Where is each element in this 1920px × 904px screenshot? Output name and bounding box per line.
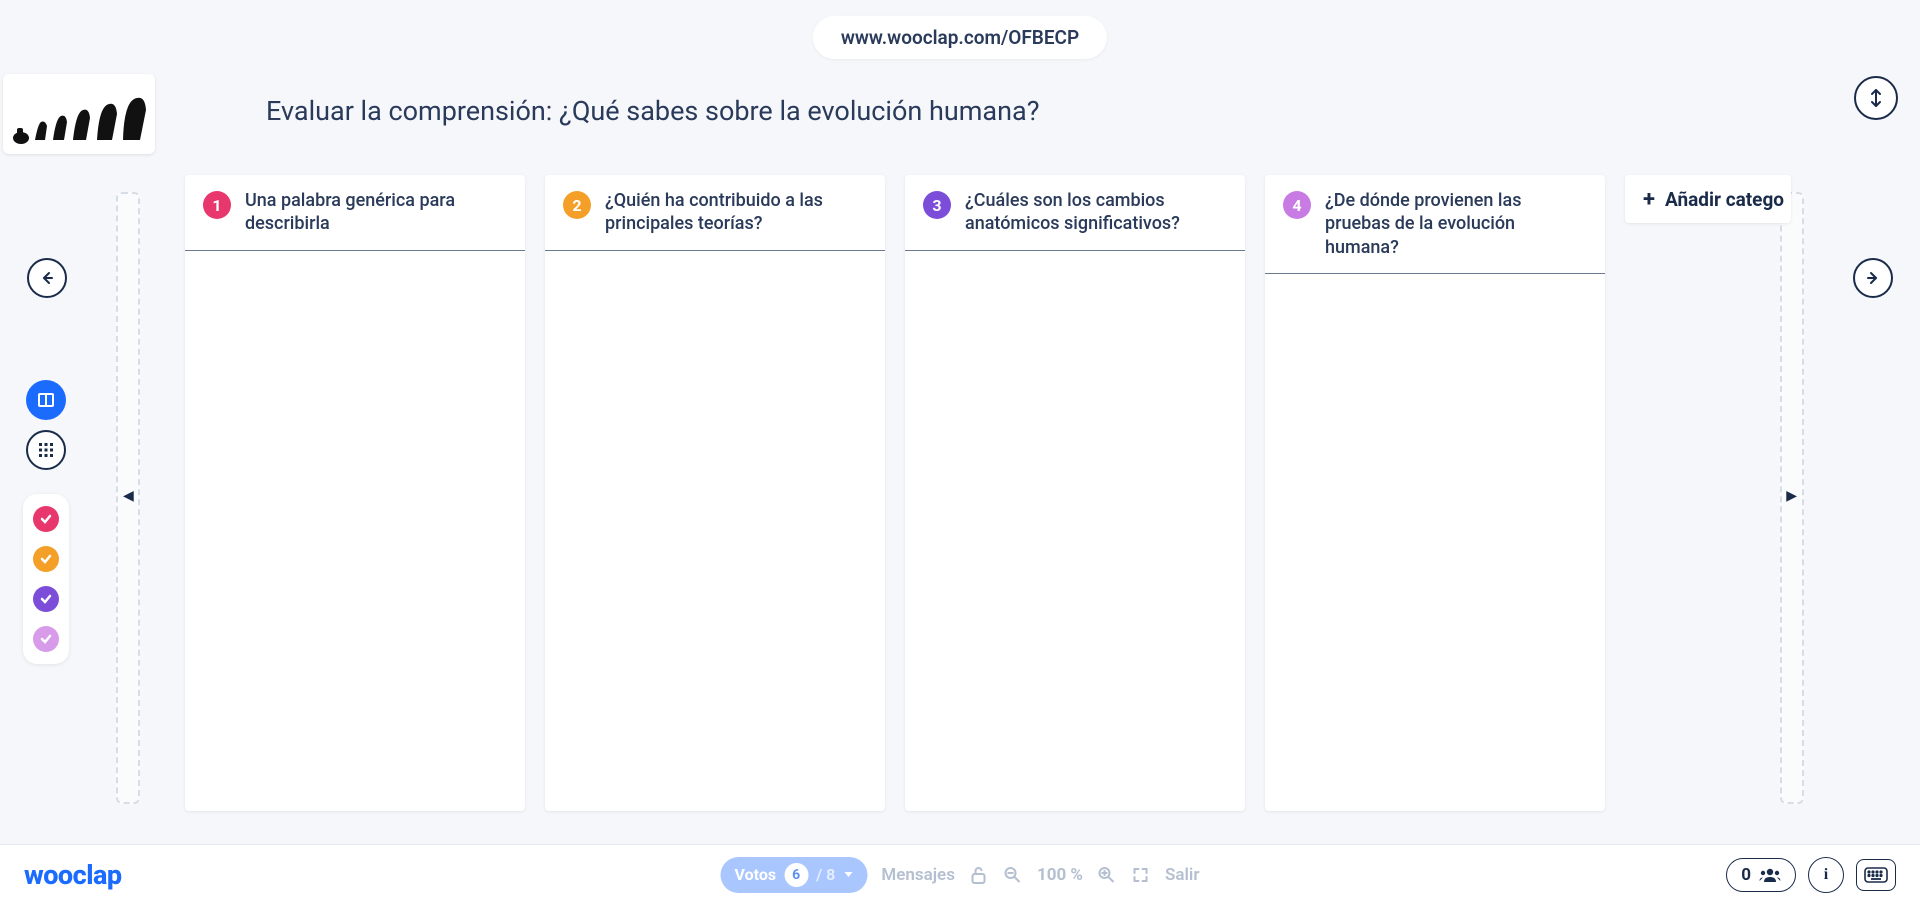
brainstorm-columns: 1 Una palabra genérica para describirla …	[185, 175, 1800, 811]
participants-icon	[1759, 867, 1781, 883]
category-legend	[23, 494, 69, 664]
scroll-left-caret[interactable]: ◀	[123, 488, 134, 504]
prev-question-button[interactable]	[27, 258, 67, 298]
question-thumbnail[interactable]	[3, 74, 155, 154]
column-header: 1 Una palabra genérica para describirla	[185, 175, 525, 251]
check-icon	[39, 632, 53, 646]
column-3[interactable]: 3 ¿Cuáles son los cambios anatómicos sig…	[905, 175, 1245, 811]
fullscreen-icon	[1133, 867, 1149, 883]
participants-count: 0	[1741, 865, 1751, 885]
legend-dot-1[interactable]	[33, 506, 59, 532]
side-toolbar	[23, 380, 69, 664]
chevron-down-icon	[843, 871, 853, 879]
check-icon	[39, 552, 53, 566]
add-category-button[interactable]: + Añadir catego	[1625, 175, 1791, 223]
zoom-level: 100 %	[1037, 865, 1083, 885]
zoom-out-button[interactable]	[1003, 865, 1023, 885]
votes-count: 6	[784, 863, 808, 887]
votes-total: / 8	[816, 865, 835, 884]
next-question-button[interactable]	[1853, 258, 1893, 298]
lock-button[interactable]	[969, 865, 989, 885]
column-4[interactable]: 4 ¿De dónde provienen las pruebas de la …	[1265, 175, 1605, 811]
arrow-right-icon	[1865, 270, 1881, 286]
keyboard-icon	[1864, 867, 1888, 883]
participants-pill[interactable]: 0	[1726, 858, 1796, 892]
fullscreen-button[interactable]	[1131, 865, 1151, 885]
column-header: 3 ¿Cuáles son los cambios anatómicos sig…	[905, 175, 1245, 251]
column-number-badge: 4	[1283, 191, 1311, 219]
zoom-out-icon	[1004, 866, 1022, 884]
column-header: 4 ¿De dónde provienen las pruebas de la …	[1265, 175, 1605, 274]
legend-dot-4[interactable]	[33, 626, 59, 652]
keyboard-button[interactable]	[1856, 859, 1896, 891]
sort-updown-icon	[1868, 87, 1884, 109]
bottom-bar: wooclap Votos 6 / 8 Mensajes 100 %	[0, 844, 1920, 904]
sort-button[interactable]	[1854, 76, 1898, 120]
column-number-badge: 3	[923, 191, 951, 219]
grid-icon	[38, 442, 54, 458]
votes-pill[interactable]: Votos 6 / 8	[721, 857, 868, 893]
add-category-label: Añadir catego	[1665, 188, 1784, 211]
presentation-url[interactable]: www.wooclap.com/OFBECP	[813, 16, 1107, 59]
check-icon	[39, 592, 53, 606]
zoom-in-button[interactable]	[1097, 865, 1117, 885]
plus-icon: +	[1643, 187, 1655, 212]
bottom-center-controls: Votos 6 / 8 Mensajes 100 % Salir	[721, 857, 1200, 893]
question-title: Evaluar la comprensión: ¿Qué sabes sobre…	[266, 95, 1039, 127]
info-button[interactable]: i	[1808, 857, 1844, 893]
legend-dot-2[interactable]	[33, 546, 59, 572]
exit-button[interactable]: Salir	[1165, 865, 1199, 885]
info-icon: i	[1824, 866, 1828, 884]
brand-logo[interactable]: wooclap	[24, 859, 122, 891]
column-title: ¿Quién ha contribuido a las principales …	[605, 189, 867, 236]
zoom-in-icon	[1098, 866, 1116, 884]
column-number-badge: 2	[563, 191, 591, 219]
legend-dot-3[interactable]	[33, 586, 59, 612]
votes-label: Votos	[735, 865, 777, 884]
messages-button[interactable]: Mensajes	[881, 865, 955, 885]
arrow-left-icon	[39, 270, 55, 286]
columns-icon	[37, 391, 55, 409]
column-2[interactable]: 2 ¿Quién ha contribuido a las principale…	[545, 175, 885, 811]
layout-grid-button[interactable]	[26, 430, 66, 470]
check-icon	[39, 512, 53, 526]
column-title: ¿De dónde provienen las pruebas de la ev…	[1325, 189, 1587, 259]
layout-columns-button[interactable]	[26, 380, 66, 420]
column-1[interactable]: 1 Una palabra genérica para describirla	[185, 175, 525, 811]
column-title: Una palabra genérica para describirla	[245, 189, 507, 236]
column-number-badge: 1	[203, 191, 231, 219]
lock-open-icon	[971, 866, 987, 884]
evolution-illustration-icon	[9, 88, 149, 146]
column-title: ¿Cuáles son los cambios anatómicos signi…	[965, 189, 1227, 236]
bottom-right-controls: 0 i	[1726, 857, 1896, 893]
column-header: 2 ¿Quién ha contribuido a las principale…	[545, 175, 885, 251]
url-text: www.wooclap.com/OFBECP	[841, 26, 1079, 49]
